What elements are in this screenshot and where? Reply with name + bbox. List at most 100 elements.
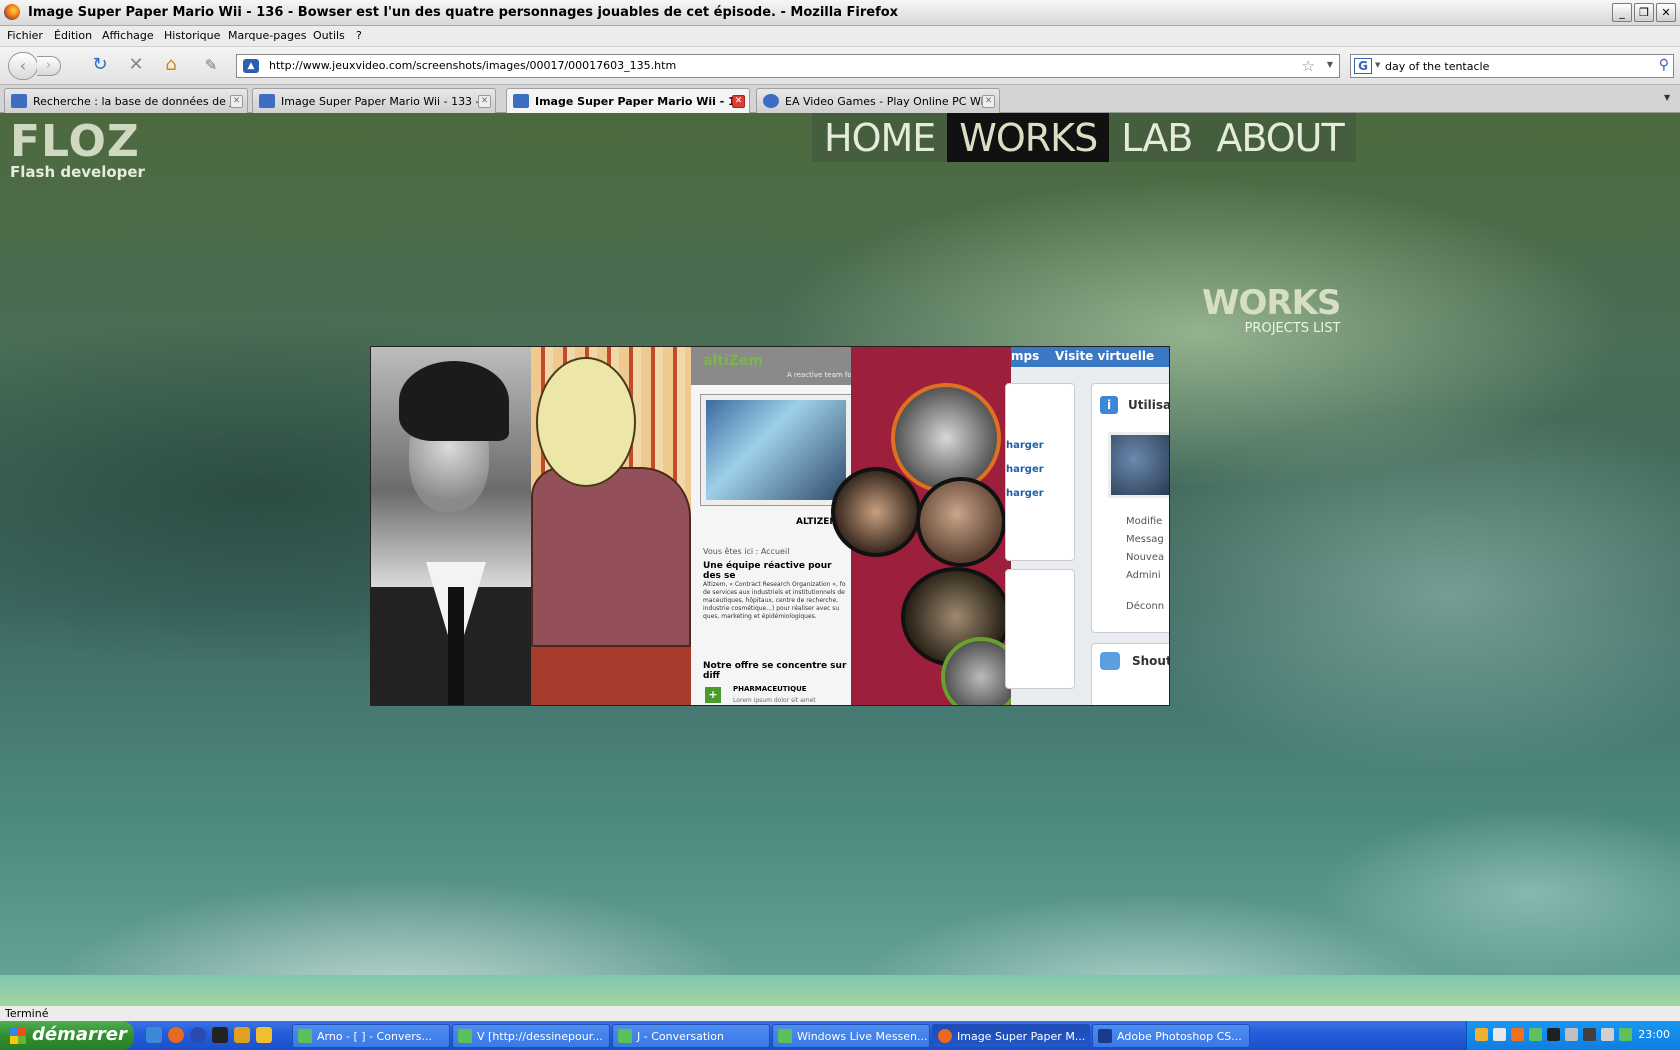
project-thumb-portal[interactable]: mps Visite virtuelle harger harger harge… xyxy=(1005,347,1170,705)
tab-ea-games[interactable]: EA Video Games - Play Online PC Wii Xb..… xyxy=(756,88,1000,113)
site-nav: HOME WORKS LAB ABOUT xyxy=(812,113,1356,162)
url-bar[interactable]: ▲ http://www.jeuxvideo.com/screenshots/i… xyxy=(236,54,1340,78)
download-link[interactable]: harger xyxy=(1006,464,1044,475)
url-text[interactable]: http://www.jeuxvideo.com/screenshots/ima… xyxy=(269,59,676,72)
globe-icon[interactable] xyxy=(190,1027,206,1043)
altizem-lorem: Lorem ipsum dolor sit amet xyxy=(733,697,816,704)
tab-mario-136[interactable]: Image Super Paper Mario Wii - 1... ✕ xyxy=(506,88,750,114)
project-gallery[interactable]: altiZem A reactive team for ALTIZEM Vous… xyxy=(370,346,1170,706)
taskbar-button[interactable]: Arno - [ ] - Convers... xyxy=(292,1024,450,1048)
menu-fichier[interactable]: Fichier xyxy=(7,29,43,42)
nav-home[interactable]: HOME xyxy=(812,113,948,162)
tray-icon[interactable] xyxy=(1583,1028,1596,1041)
tool-icon[interactable] xyxy=(234,1027,250,1043)
menu-affichage[interactable]: Affichage xyxy=(102,29,154,42)
clock: 23:00 xyxy=(1638,1028,1670,1041)
google-engine-icon[interactable]: G xyxy=(1354,58,1372,74)
taskbar-button-active[interactable]: Image Super Paper M... xyxy=(932,1024,1090,1048)
taskbar-button-label: Arno - [ ] - Convers... xyxy=(317,1030,432,1043)
menu-marque-pages[interactable]: Marque-pages xyxy=(228,29,306,42)
stop-icon[interactable]: ✕ xyxy=(122,51,150,79)
user-link[interactable]: Déconn xyxy=(1126,601,1164,612)
firefox-icon xyxy=(938,1029,952,1043)
site-logo[interactable]: FLOZ Flash developer xyxy=(10,119,145,182)
menu-edition[interactable]: Édition xyxy=(54,29,92,42)
altizem-body: Altizem, « Contract Research Organizatio… xyxy=(703,581,846,620)
users-title: Utilisa xyxy=(1128,398,1170,412)
user-link[interactable]: Messag xyxy=(1126,534,1164,545)
menu-historique[interactable]: Historique xyxy=(164,29,220,42)
shout-title: Shout xyxy=(1132,654,1170,668)
tab-bar: Recherche : la base de données de jeu...… xyxy=(0,85,1680,114)
bookmark-star-icon[interactable]: ☆ xyxy=(1302,57,1315,75)
tab-mario-133[interactable]: Image Super Paper Mario Wii - 133 - La..… xyxy=(252,88,496,113)
tab-close-icon[interactable]: ✕ xyxy=(230,95,243,108)
tray-icon[interactable] xyxy=(1493,1028,1506,1041)
tray-icon[interactable] xyxy=(1619,1028,1632,1041)
taskbar-button[interactable]: V [http://dessinepour... xyxy=(452,1024,610,1048)
firefox-quicklaunch-icon[interactable] xyxy=(168,1027,184,1043)
start-label: démarrer xyxy=(32,1024,127,1045)
start-button[interactable]: démarrer xyxy=(0,1021,134,1050)
project-thumb-portrait[interactable] xyxy=(371,347,531,705)
tray-icon[interactable] xyxy=(1475,1028,1488,1041)
restore-button[interactable]: ❐ xyxy=(1634,3,1654,22)
status-bar: Terminé xyxy=(0,1005,1680,1021)
tray-icon[interactable] xyxy=(1547,1028,1560,1041)
user-link[interactable]: Modifie xyxy=(1126,516,1162,527)
tab-recherche[interactable]: Recherche : la base de données de jeu...… xyxy=(4,88,248,113)
back-button[interactable]: ‹ xyxy=(8,52,38,80)
url-dropdown-icon[interactable]: ▼ xyxy=(1327,60,1333,69)
tie-shape xyxy=(448,587,464,705)
download-link[interactable]: harger xyxy=(1006,488,1044,499)
taskbar-button[interactable]: Windows Live Messen... xyxy=(772,1024,930,1048)
tab-close-icon[interactable]: ✕ xyxy=(478,95,491,108)
tab-list-icon[interactable]: ▼ xyxy=(1664,93,1670,102)
taskbar-button-label: V [http://dessinepour... xyxy=(477,1030,603,1043)
nav-works[interactable]: WORKS xyxy=(947,113,1110,162)
page-content: FLOZ Flash developer HOME WORKS LAB ABOU… xyxy=(0,113,1680,1005)
portal-top-bar: mps Visite virtuelle xyxy=(1011,347,1169,367)
project-thumb-altizem[interactable]: altiZem A reactive team for ALTIZEM Vous… xyxy=(691,347,855,705)
tab-close-icon[interactable]: ✕ xyxy=(732,95,745,108)
fx-icon[interactable] xyxy=(212,1027,228,1043)
logo-subtitle: Flash developer xyxy=(10,163,145,181)
menu-outils[interactable]: Outils xyxy=(313,29,345,42)
project-thumb-circles[interactable] xyxy=(831,347,1021,705)
project-thumb-illustration[interactable] xyxy=(531,347,691,705)
home-icon[interactable]: ⌂ xyxy=(157,51,185,79)
tray-icon[interactable] xyxy=(1529,1028,1542,1041)
user-link[interactable]: Nouvea xyxy=(1126,552,1164,563)
portal-box xyxy=(1005,569,1075,689)
tray-icon[interactable] xyxy=(1601,1028,1614,1041)
close-button[interactable]: ✕ xyxy=(1656,3,1676,22)
edit-icon[interactable]: ✎ xyxy=(197,51,225,79)
reload-icon[interactable]: ↻ xyxy=(86,51,114,79)
tab-close-icon[interactable]: ✕ xyxy=(982,95,995,108)
ie-icon[interactable] xyxy=(146,1027,162,1043)
taskbar-button[interactable]: Adobe Photoshop CS... xyxy=(1092,1024,1250,1048)
site-favicon-icon: ▲ xyxy=(243,59,259,73)
portal-tab-fragment: mps xyxy=(1011,349,1040,363)
page-footer-band xyxy=(0,975,1680,1005)
forward-button[interactable]: › xyxy=(37,56,61,76)
altizem-header: altiZem A reactive team for xyxy=(691,347,855,385)
taskbar-button[interactable]: J - Conversation xyxy=(612,1024,770,1048)
menu-help[interactable]: ? xyxy=(356,29,362,42)
minimize-button[interactable]: _ xyxy=(1612,3,1632,22)
taskbar: démarrer Arno - [ ] - Convers... V [http… xyxy=(0,1021,1680,1050)
nav-lab[interactable]: LAB xyxy=(1109,113,1205,162)
altizem-image xyxy=(701,395,851,505)
download-link[interactable]: harger xyxy=(1006,440,1044,451)
search-icon[interactable]: ⚲ xyxy=(1659,57,1669,73)
tray-icon[interactable] xyxy=(1565,1028,1578,1041)
taskbar-button-label: J - Conversation xyxy=(637,1030,724,1043)
search-bar[interactable]: G ▼ day of the tentacle ⚲ xyxy=(1350,54,1674,78)
folder-icon[interactable] xyxy=(256,1027,272,1043)
engine-dropdown-icon[interactable]: ▼ xyxy=(1375,61,1380,69)
nav-about[interactable]: ABOUT xyxy=(1204,113,1356,162)
tray-icon[interactable] xyxy=(1511,1028,1524,1041)
user-link[interactable]: Admini xyxy=(1126,570,1161,581)
search-input[interactable]: day of the tentacle xyxy=(1385,60,1489,73)
tab-favicon-icon xyxy=(11,94,27,108)
